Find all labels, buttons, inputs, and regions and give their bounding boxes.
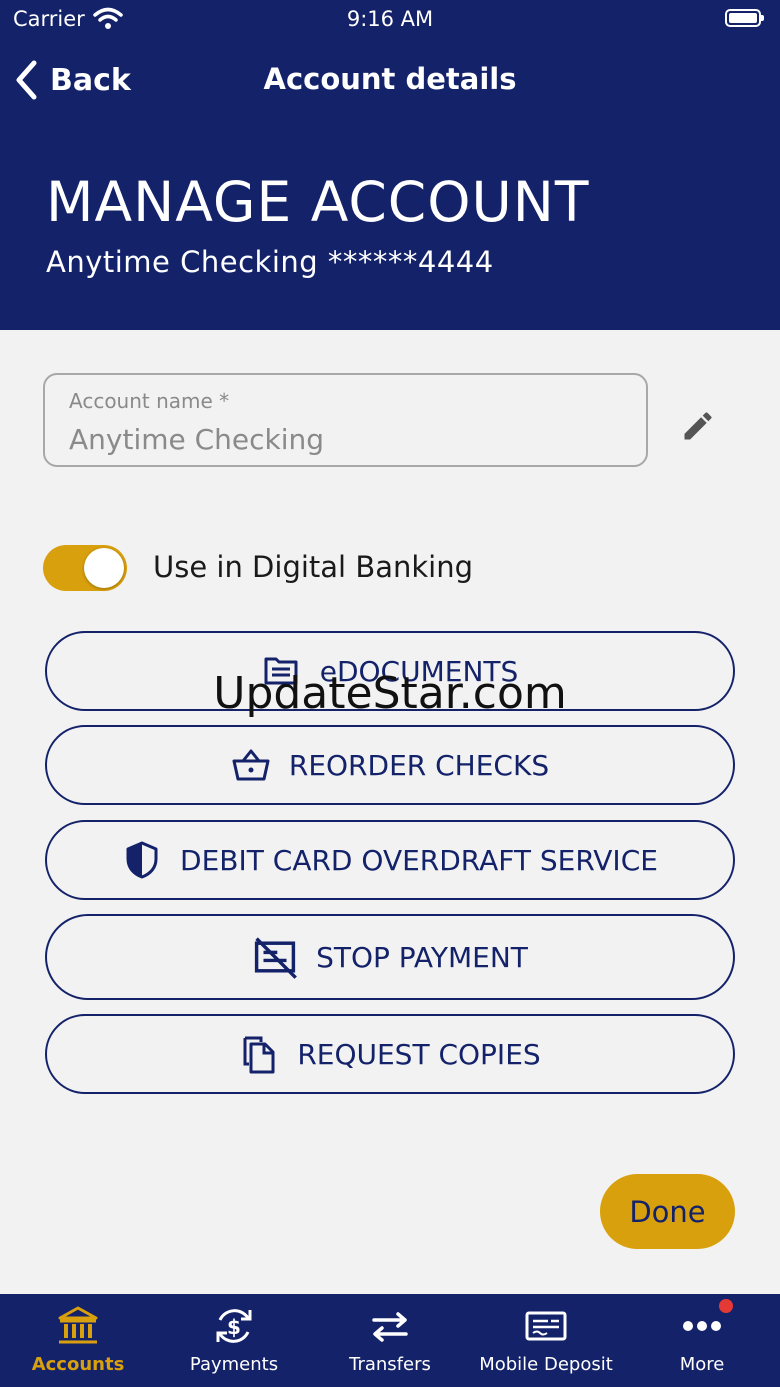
shield-icon [126,841,158,879]
done-label: Done [629,1194,706,1229]
debit-card-overdraft-label: DEBIT CARD OVERDRAFT SERVICE [180,843,658,877]
tab-accounts[interactable]: Accounts [0,1294,156,1387]
battery-icon [725,9,764,27]
tab-mobile-deposit-label: Mobile Deposit [479,1354,613,1375]
stop-check-icon [254,937,298,979]
done-button[interactable]: Done [600,1174,735,1249]
notification-dot [719,1299,733,1313]
tab-more[interactable]: More [624,1294,780,1387]
account-name-label: Account name * [69,389,230,413]
check-deposit-icon [525,1311,567,1341]
copy-icon [243,1036,275,1074]
status-bar: Carrier 9:16 AM [0,0,780,40]
edocuments-label: eDOCUMENTS [319,654,519,688]
toggle-knob [84,548,124,588]
svg-text:$: $ [227,1315,241,1339]
request-copies-label: REQUEST COPIES [297,1037,541,1071]
tab-mobile-deposit[interactable]: Mobile Deposit [468,1294,624,1387]
header: Carrier 9:16 AM Back Account details MAN… [0,0,780,330]
tab-more-label: More [679,1354,725,1375]
digital-banking-label: Use in Digital Banking [153,550,474,584]
debit-card-overdraft-button[interactable]: DEBIT CARD OVERDRAFT SERVICE [45,820,735,900]
tab-payments[interactable]: $ Payments [156,1294,312,1387]
account-name-value: Anytime Checking [69,423,325,456]
nav-title: Account details [263,62,517,96]
page-title: MANAGE ACCOUNT [46,170,590,234]
more-dots-icon [683,1321,721,1331]
request-copies-button[interactable]: REQUEST COPIES [45,1014,735,1094]
digital-banking-toggle[interactable] [43,545,127,591]
pencil-edit-icon[interactable] [680,408,716,444]
reorder-checks-button[interactable]: REORDER CHECKS [45,725,735,805]
tab-transfers[interactable]: Transfers [312,1294,468,1387]
basket-icon [232,749,270,781]
document-icon [264,657,298,685]
reorder-checks-label: REORDER CHECKS [288,748,550,782]
account-subtitle: Anytime Checking ******4444 [46,245,494,279]
transfer-arrows-icon [372,1312,408,1342]
tab-payments-label: Payments [189,1354,279,1375]
tab-accounts-label: Accounts [31,1354,125,1375]
payments-icon: $ [216,1309,252,1343]
account-name-field[interactable]: Account name * Anytime Checking [43,373,648,467]
stop-payment-button[interactable]: STOP PAYMENT [45,914,735,1000]
tab-transfers-label: Transfers [349,1354,431,1375]
edocuments-button[interactable]: eDOCUMENTS [45,631,735,711]
status-time: 9:16 AM [346,7,434,31]
bank-icon [58,1306,98,1344]
stop-payment-label: STOP PAYMENT [316,940,528,974]
bottom-tab-bar: Accounts $ Payments Transfers Mobile Dep… [0,1294,780,1387]
